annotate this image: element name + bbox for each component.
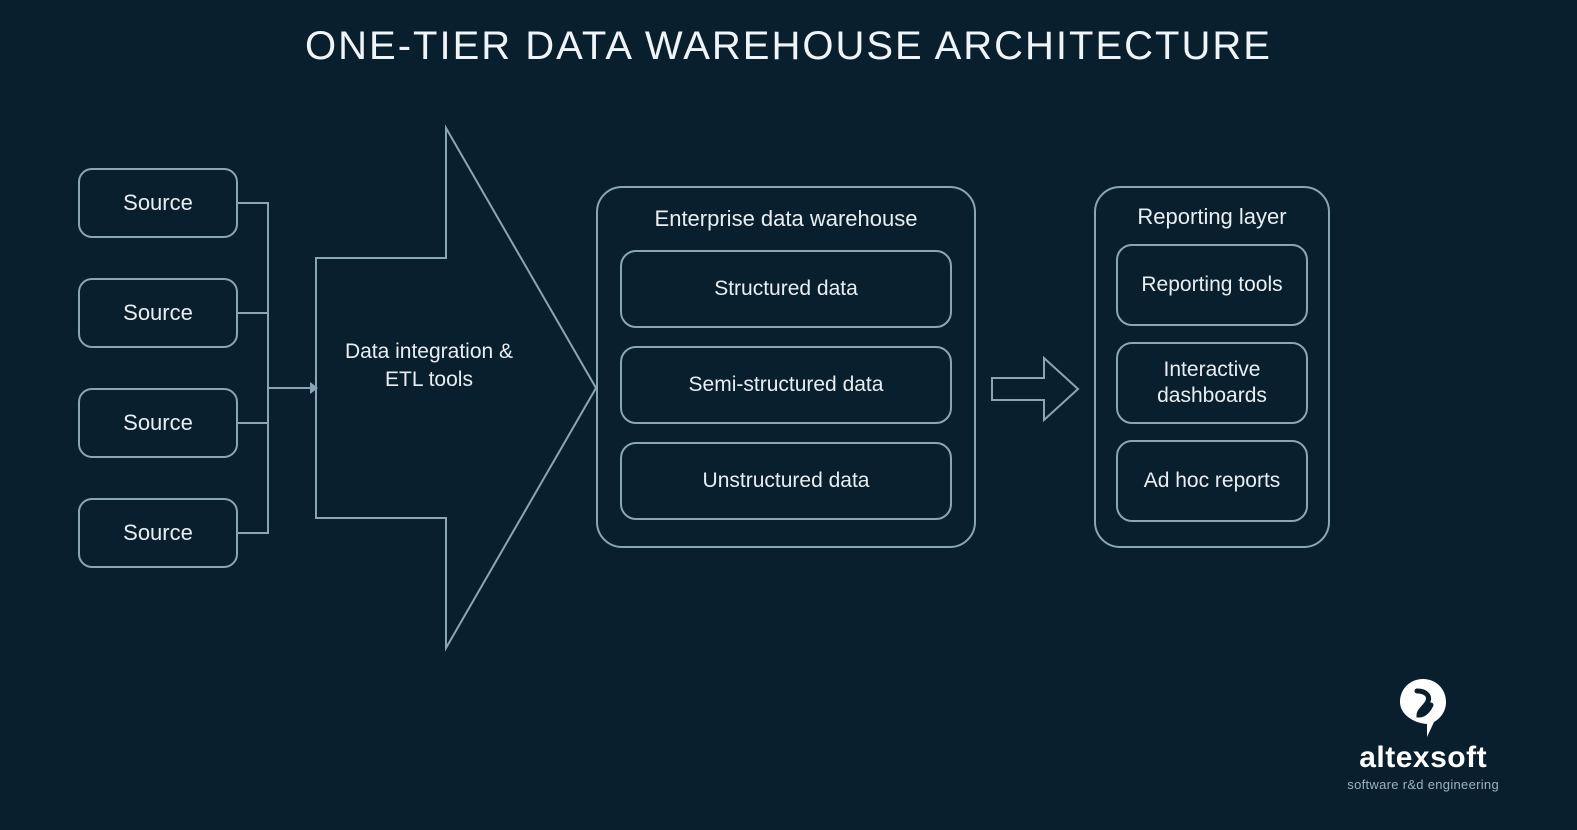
diagram-title: ONE-TIER DATA WAREHOUSE ARCHITECTURE (0, 24, 1577, 69)
source-label: Source (123, 300, 193, 326)
reporting-item: Ad hoc reports (1116, 440, 1308, 522)
etl-arrow: Data integration & ETL tools (316, 128, 596, 648)
source-box: Source (78, 388, 238, 458)
brand-tagline: software r&d engineering (1347, 777, 1499, 792)
source-box: Source (78, 498, 238, 568)
edw-item-label: Unstructured data (703, 469, 870, 493)
edw-item: Unstructured data (620, 442, 952, 520)
edw-title: Enterprise data warehouse (620, 206, 952, 232)
source-connectors (238, 168, 318, 608)
connector-lines-icon (238, 168, 318, 608)
brand-name: altexsoft (1359, 741, 1487, 775)
small-arrow-icon (992, 358, 1078, 420)
reporting-item-label: Interactive dashboards (1128, 357, 1296, 410)
source-label: Source (123, 190, 193, 216)
reporting-items: Reporting tools Interactive dashboards A… (1116, 244, 1308, 522)
brand-logo: altexsoft software r&d engineering (1347, 677, 1499, 792)
edw-items: Structured data Semi-structured data Uns… (620, 250, 952, 520)
reporting-item: Reporting tools (1116, 244, 1308, 326)
edw-item-label: Structured data (714, 277, 858, 301)
edw-item: Structured data (620, 250, 952, 328)
edw-to-reporting-arrow (992, 358, 1078, 420)
source-box: Source (78, 278, 238, 348)
brand-mark-icon (1397, 677, 1449, 739)
edw-item: Semi-structured data (620, 346, 952, 424)
reporting-title: Reporting layer (1116, 204, 1308, 230)
source-label: Source (123, 520, 193, 546)
sources-column: Source Source Source Source (78, 168, 238, 568)
etl-label: Data integration & ETL tools (334, 338, 524, 395)
reporting-panel: Reporting layer Reporting tools Interact… (1094, 186, 1330, 548)
source-box: Source (78, 168, 238, 238)
edw-item-label: Semi-structured data (689, 373, 884, 397)
reporting-item-label: Reporting tools (1141, 272, 1282, 298)
reporting-item-label: Ad hoc reports (1144, 468, 1281, 494)
reporting-item: Interactive dashboards (1116, 342, 1308, 424)
source-label: Source (123, 410, 193, 436)
edw-panel: Enterprise data warehouse Structured dat… (596, 186, 976, 548)
